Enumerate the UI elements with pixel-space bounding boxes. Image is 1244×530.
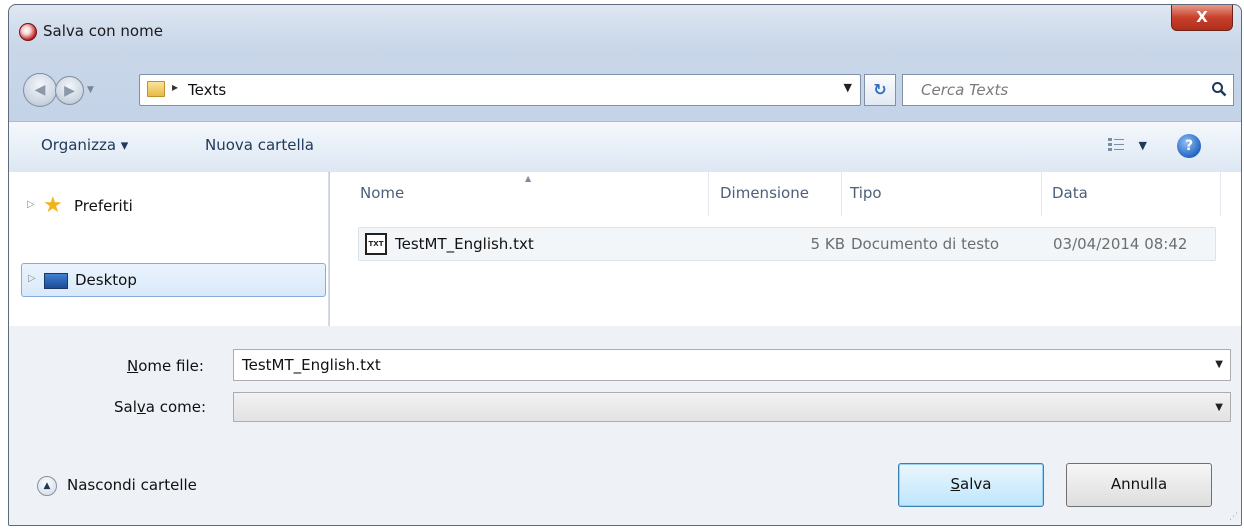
breadcrumb-arrow-icon[interactable]: ▸ <box>172 80 178 94</box>
save-accel: S <box>950 475 961 493</box>
file-size: 5 KB <box>810 235 845 253</box>
folder-icon <box>147 81 165 97</box>
help-icon[interactable]: ? <box>1177 134 1201 158</box>
refresh-button[interactable]: ↻ <box>864 74 896 106</box>
file-date: 03/04/2014 08:42 <box>1053 235 1188 253</box>
new-folder-button[interactable]: Nuova cartella <box>205 136 314 154</box>
filename-value: TestMT_English.txt <box>242 356 381 374</box>
file-list: Nome ▲ Dimensione Tipo Data TXT TestMT_E… <box>330 172 1241 326</box>
title-bar[interactable]: Salva con nome X <box>9 5 1241 63</box>
column-divider[interactable] <box>1220 172 1221 216</box>
column-header-data[interactable]: Data <box>1052 184 1088 202</box>
tree-item-preferiti[interactable]: ▷ ★ Preferiti <box>21 190 326 224</box>
search-icon[interactable] <box>1211 81 1227 97</box>
chevron-down-icon[interactable]: ▼ <box>1215 402 1223 413</box>
breadcrumb-texts[interactable]: Texts <box>188 81 226 99</box>
forward-button[interactable]: ▶ <box>55 76 84 105</box>
column-header-nome[interactable]: Nome <box>360 184 404 202</box>
savetype-label: Salva come: <box>114 398 206 416</box>
back-arrow-icon: ◀ <box>34 82 46 98</box>
desktop-icon <box>44 273 68 289</box>
window-title: Salva con nome <box>43 22 163 40</box>
star-icon: ★ <box>43 193 63 218</box>
command-toolbar: Organizza ▾ Nuova cartella ▼ ? <box>9 121 1241 173</box>
view-options-icon[interactable] <box>1107 137 1125 153</box>
column-divider[interactable] <box>1041 172 1042 216</box>
tree-item-desktop[interactable]: ▷ Desktop <box>21 263 326 297</box>
filename-input[interactable]: TestMT_English.txt ▼ <box>233 349 1231 381</box>
hide-folders-button[interactable]: Nascondi cartelle <box>67 476 197 494</box>
organize-menu[interactable]: Organizza ▾ <box>41 136 128 154</box>
address-bar[interactable]: ▸ Texts ▼ <box>139 74 861 106</box>
column-header-dimensione[interactable]: Dimensione <box>720 184 809 202</box>
column-header-tipo[interactable]: Tipo <box>850 184 882 202</box>
address-dropdown-icon[interactable]: ▼ <box>844 81 852 94</box>
app-icon <box>19 23 37 41</box>
recent-locations-dropdown[interactable]: ▼ <box>87 85 94 95</box>
expander-icon[interactable]: ▷ <box>27 199 35 210</box>
navigation-pane: ▷ ★ Preferiti ▷ Desktop <box>9 172 329 326</box>
column-divider[interactable] <box>841 172 842 216</box>
forward-arrow-icon: ▶ <box>64 82 75 99</box>
search-placeholder: Cerca Texts <box>921 81 1009 99</box>
save-label-rest: alva <box>960 475 992 493</box>
tree-item-label: Desktop <box>75 271 137 289</box>
savetype-label-pre: Sal <box>114 398 137 416</box>
file-type: Documento di testo <box>851 235 1000 253</box>
back-button[interactable]: ◀ <box>23 73 57 107</box>
file-name: TestMT_English.txt <box>395 235 534 253</box>
chevron-down-icon[interactable]: ▼ <box>1215 359 1223 370</box>
expander-icon[interactable]: ▷ <box>28 273 36 284</box>
view-dropdown-icon[interactable]: ▼ <box>1139 139 1147 152</box>
savetype-select[interactable]: ▼ <box>233 392 1231 422</box>
cancel-button[interactable]: Annulla <box>1066 463 1212 507</box>
savetype-label-rest: a come: <box>145 398 207 416</box>
hide-folders-toggle-icon[interactable]: ▲ <box>37 476 57 496</box>
sort-ascending-icon: ▲ <box>525 174 532 183</box>
save-button[interactable]: Salva <box>898 463 1044 507</box>
bottom-panel: Nome file: TestMT_English.txt ▼ Salva co… <box>9 326 1241 525</box>
filename-label: Nome file: <box>127 357 204 375</box>
search-box[interactable]: Cerca Texts <box>902 74 1234 106</box>
filename-label-accel: N <box>127 357 139 375</box>
column-divider[interactable] <box>708 172 709 216</box>
filename-label-rest: ome file: <box>138 357 204 375</box>
close-button[interactable]: X <box>1171 5 1233 31</box>
save-as-dialog: Salva con nome X ◀ ▶ ▼ ▸ Texts ▼ ↻ Cerca… <box>8 4 1242 526</box>
savetype-label-accel: v <box>136 398 146 416</box>
tree-item-label: Preferiti <box>74 197 133 215</box>
file-row[interactable]: TXT TestMT_English.txt 5 KB Documento di… <box>358 227 1216 261</box>
text-file-icon: TXT <box>365 233 387 255</box>
resize-grip-icon[interactable]: ⋰ <box>1229 512 1238 522</box>
